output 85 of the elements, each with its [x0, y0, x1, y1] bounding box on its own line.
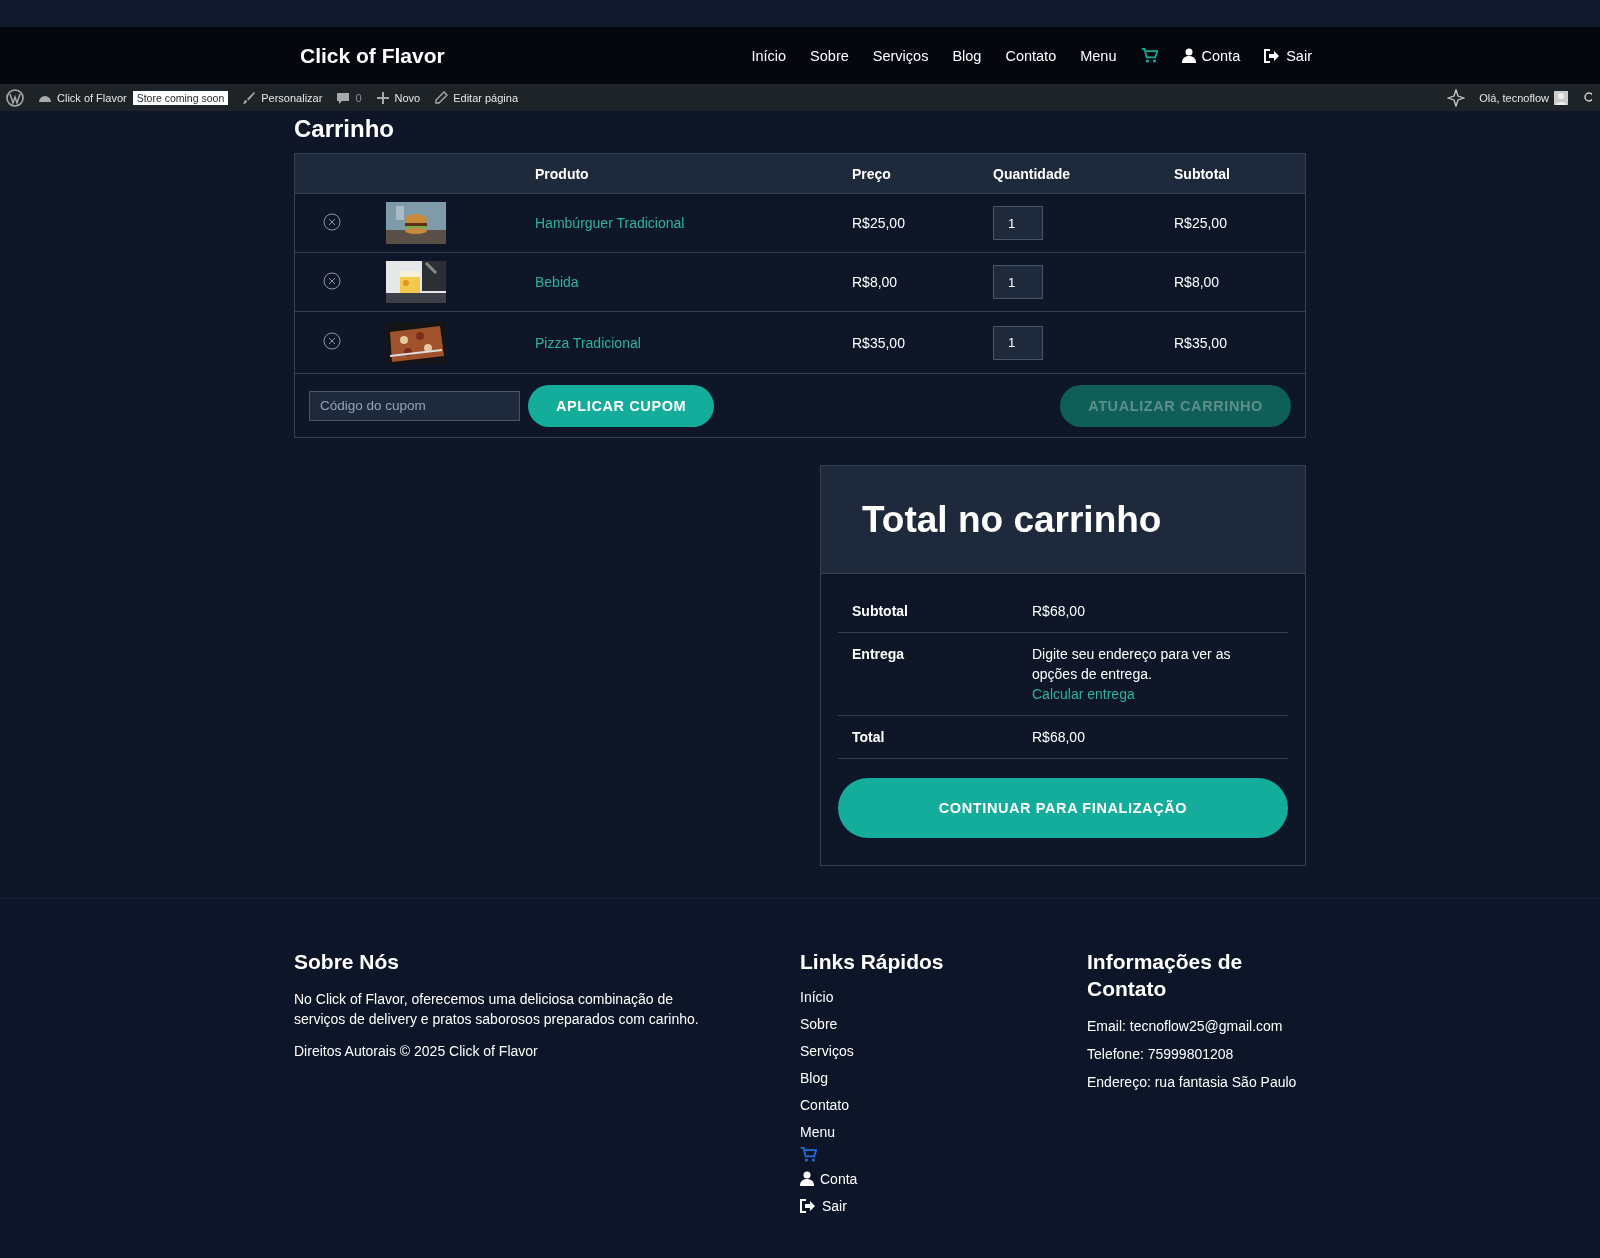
- plus-icon: [375, 90, 390, 105]
- contact-line: Endereço: rua fantasia São Paulo: [1087, 1073, 1298, 1092]
- quantity-field[interactable]: 1: [993, 325, 1043, 360]
- subtotal-cell-text: R$8,00: [1174, 274, 1221, 290]
- quantity-field[interactable]: 1: [993, 265, 1043, 299]
- subtotal-cell-text: R$35,00: [1174, 334, 1228, 351]
- new-label[interactable]: Novo: [394, 91, 421, 104]
- nav-link[interactable]: Menu: [800, 1118, 1087, 1145]
- about-text: No Click of Flavor, oferecemos uma deliciosa combinação de serviços de delivery e pratos saborosos preparados com carinho.: [294, 990, 700, 1029]
- customize-link[interactable]: Personalizar: [242, 90, 323, 105]
- logout-link[interactable]: Sair: [1264, 47, 1312, 64]
- nav-link[interactable]: Serviços: [800, 1037, 1087, 1064]
- wordpress-logo-icon[interactable]: [6, 88, 24, 107]
- totals-label: Subtotal: [852, 602, 909, 621]
- logout-label[interactable]: Sair: [822, 1197, 847, 1214]
- contact-line: Email: tecnoflow25@gmail.com: [1087, 1017, 1284, 1036]
- product-link[interactable]: Hambúrguer Tradicional: [535, 215, 685, 231]
- brush-icon: [242, 90, 257, 105]
- totals-value: R$68,00: [1032, 602, 1086, 621]
- totals-title: Total no carrinho: [862, 498, 1162, 541]
- account-label[interactable]: Conta: [820, 1170, 858, 1187]
- account-label[interactable]: Conta: [1201, 47, 1241, 64]
- footer-heading: Sobre Nós: [294, 949, 401, 975]
- user-menu[interactable]: Olá, tecnoflow: [1479, 90, 1568, 105]
- user-icon: [1181, 48, 1196, 63]
- nav-link[interactable]: Início: [751, 47, 787, 64]
- nav-link[interactable]: Menu: [1080, 47, 1117, 64]
- nav-link[interactable]: Contato: [1005, 47, 1057, 64]
- contact-line: Telefone: 75999801208: [1087, 1045, 1235, 1064]
- nav-link[interactable]: Contato: [800, 1091, 1087, 1118]
- comments-link[interactable]: 0: [336, 90, 362, 105]
- copyright-text: Direitos Autorais © 2025 Click of Flavor: [294, 1042, 539, 1061]
- sparkle-icon[interactable]: [1447, 88, 1466, 107]
- logout-label[interactable]: Sair: [1286, 47, 1312, 64]
- avatar-icon: [1554, 90, 1568, 105]
- store-status-badge: Store coming soon: [132, 90, 229, 105]
- totals-label: Total: [852, 728, 886, 747]
- nav-link[interactable]: Sobre: [800, 1010, 1087, 1037]
- footer-heading: Informações de Contato: [1087, 949, 1244, 1002]
- calculate-shipping-link[interactable]: Calcular entrega: [1032, 684, 1274, 704]
- logout-link[interactable]: Sair: [800, 1192, 1087, 1219]
- customize-label[interactable]: Personalizar: [261, 91, 323, 104]
- site-link[interactable]: Click of Flavor: [38, 90, 127, 105]
- price-cell-text: R$35,00: [852, 334, 906, 351]
- cart-icon: [1140, 47, 1158, 64]
- nav-link[interactable]: Sobre: [810, 47, 849, 64]
- remove-icon[interactable]: [323, 271, 341, 290]
- totals-value: Digite seu endereço para ver as opções de entrega.: [1032, 645, 1232, 684]
- comment-count[interactable]: 0: [355, 91, 362, 104]
- account-link[interactable]: Conta: [1181, 47, 1241, 64]
- totals-label: Entrega: [852, 645, 906, 664]
- totals-value: R$68,00: [1032, 728, 1086, 747]
- account-link[interactable]: Conta: [800, 1165, 1087, 1192]
- user-icon: [800, 1171, 814, 1186]
- column-header: Produto: [535, 165, 590, 182]
- nav-link[interactable]: Blog: [800, 1064, 1087, 1091]
- coupon-field[interactable]: Código do cupom: [309, 390, 520, 421]
- logout-icon: [800, 1198, 816, 1213]
- new-link[interactable]: Novo: [375, 90, 421, 105]
- product-link[interactable]: Bebida: [535, 274, 579, 290]
- site-label[interactable]: Click of Flavor: [57, 91, 127, 104]
- column-header: Subtotal: [1174, 165, 1231, 182]
- cart-icon: [800, 1147, 817, 1163]
- edit-page-link[interactable]: Editar página: [434, 90, 519, 105]
- quantity-field[interactable]: 1: [993, 206, 1043, 240]
- pencil-icon: [434, 90, 449, 105]
- page-heading: Carrinho: [294, 115, 395, 143]
- subtotal-cell-text: R$25,00: [1174, 215, 1228, 231]
- comment-icon: [336, 90, 351, 105]
- remove-icon[interactable]: [323, 332, 341, 350]
- product-link[interactable]: Pizza Tradicional: [535, 334, 641, 351]
- price-cell-text: R$25,00: [852, 215, 906, 231]
- nav-link[interactable]: Início: [800, 983, 1087, 1010]
- footer-heading: Links Rápidos: [800, 949, 945, 975]
- column-header: Quantidade: [993, 165, 1071, 182]
- nav-link[interactable]: Serviços: [872, 47, 929, 64]
- nav-link[interactable]: Blog: [952, 47, 982, 64]
- cart-link[interactable]: [1140, 47, 1158, 64]
- site-title[interactable]: Click of Flavor: [300, 43, 445, 68]
- price-cell-text: R$8,00: [852, 274, 899, 290]
- remove-icon[interactable]: [323, 212, 341, 231]
- logout-icon: [1264, 48, 1281, 63]
- column-header: Preço: [852, 165, 892, 182]
- edit-page-label[interactable]: Editar página: [453, 91, 519, 104]
- greeting[interactable]: Olá, tecnoflow: [1479, 91, 1549, 104]
